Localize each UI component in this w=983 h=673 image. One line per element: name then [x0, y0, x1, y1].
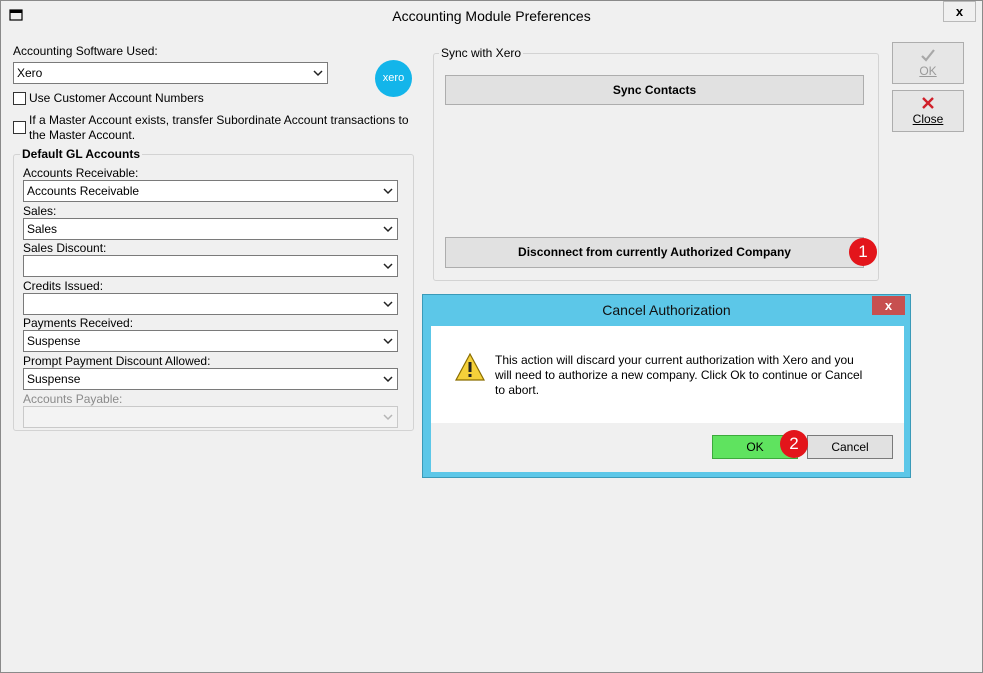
dialog-cancel-button[interactable]: Cancel	[807, 435, 893, 459]
master-account-label-line2: the Master Account.	[29, 128, 136, 142]
close-button[interactable]: Close	[892, 90, 964, 132]
dialog-body: This action will discard your current au…	[431, 326, 904, 423]
dropdown-arrow-icon	[383, 301, 393, 308]
prompt-payment-discount-value: Suspense	[27, 372, 81, 386]
window-title: Accounting Module Preferences	[392, 8, 591, 24]
accounts-receivable-value: Accounts Receivable	[27, 184, 140, 198]
software-select-value: Xero	[17, 66, 43, 80]
sync-with-xero-title: Sync with Xero	[439, 46, 524, 60]
warning-icon	[454, 352, 486, 381]
checkmark-icon	[921, 49, 935, 62]
sync-contacts-button[interactable]: Sync Contacts	[445, 75, 864, 105]
dialog-message-line2: will need to authorize a new company. Cl…	[495, 368, 863, 382]
dialog-footer: OK Cancel	[431, 423, 904, 472]
xero-logo: xero	[375, 60, 412, 97]
payments-received-value: Suspense	[27, 334, 81, 348]
payments-received-select[interactable]: Suspense	[23, 330, 398, 352]
prompt-payment-discount-select[interactable]: Suspense	[23, 368, 398, 390]
sales-discount-select[interactable]	[23, 255, 398, 277]
use-customer-numbers-label: Use Customer Account Numbers	[29, 91, 204, 105]
software-label: Accounting Software Used:	[13, 44, 158, 58]
dropdown-arrow-icon	[383, 338, 393, 345]
step-badge-2: 2	[780, 430, 808, 458]
dropdown-arrow-icon	[383, 188, 393, 195]
accounts-receivable-select[interactable]: Accounts Receivable	[23, 180, 398, 202]
credits-issued-select[interactable]	[23, 293, 398, 315]
payments-received-label: Payments Received:	[23, 316, 134, 330]
window-close-button[interactable]: x	[943, 1, 976, 22]
dropdown-arrow-icon	[313, 70, 323, 77]
dialog-message-line3: to abort.	[495, 383, 540, 397]
default-gl-accounts-title: Default GL Accounts	[20, 147, 143, 161]
disconnect-company-button[interactable]: Disconnect from currently Authorized Com…	[445, 237, 864, 268]
master-account-label-line1: If a Master Account exists, transfer Sub…	[29, 113, 409, 127]
sales-select[interactable]: Sales	[23, 218, 398, 240]
sales-label: Sales:	[23, 204, 57, 218]
cancel-authorization-dialog: Cancel Authorization x This action will …	[422, 294, 911, 478]
credits-issued-label: Credits Issued:	[23, 279, 104, 293]
dropdown-arrow-icon	[383, 226, 393, 233]
accounts-receivable-label: Accounts Receivable:	[23, 166, 139, 180]
software-select[interactable]: Xero	[13, 62, 328, 84]
ok-button: OK	[892, 42, 964, 84]
dialog-title: Cancel Authorization	[602, 302, 731, 318]
accounts-payable-select	[23, 406, 398, 428]
dropdown-arrow-icon	[383, 376, 393, 383]
dropdown-arrow-icon	[383, 263, 393, 270]
x-close-icon	[922, 97, 934, 109]
dropdown-arrow-icon	[383, 414, 393, 421]
dialog-close-button[interactable]: x	[872, 296, 905, 315]
use-customer-numbers-checkbox[interactable]	[13, 92, 26, 105]
preferences-window: Accounting Module Preferences x Accounti…	[0, 0, 983, 673]
dialog-message: This action will discard your current au…	[495, 353, 875, 398]
dialog-message-line1: This action will discard your current au…	[495, 353, 854, 367]
sales-discount-label: Sales Discount:	[23, 241, 107, 255]
master-account-checkbox[interactable]	[13, 121, 26, 134]
sales-value: Sales	[27, 222, 58, 236]
prompt-payment-discount-label: Prompt Payment Discount Allowed:	[23, 354, 211, 368]
title-bar: Accounting Module Preferences x	[1, 1, 982, 31]
step-badge-1: 1	[849, 238, 877, 266]
accounts-payable-label: Accounts Payable:	[23, 392, 123, 406]
close-button-label: Close	[912, 112, 944, 126]
ok-button-label: OK	[919, 64, 937, 78]
